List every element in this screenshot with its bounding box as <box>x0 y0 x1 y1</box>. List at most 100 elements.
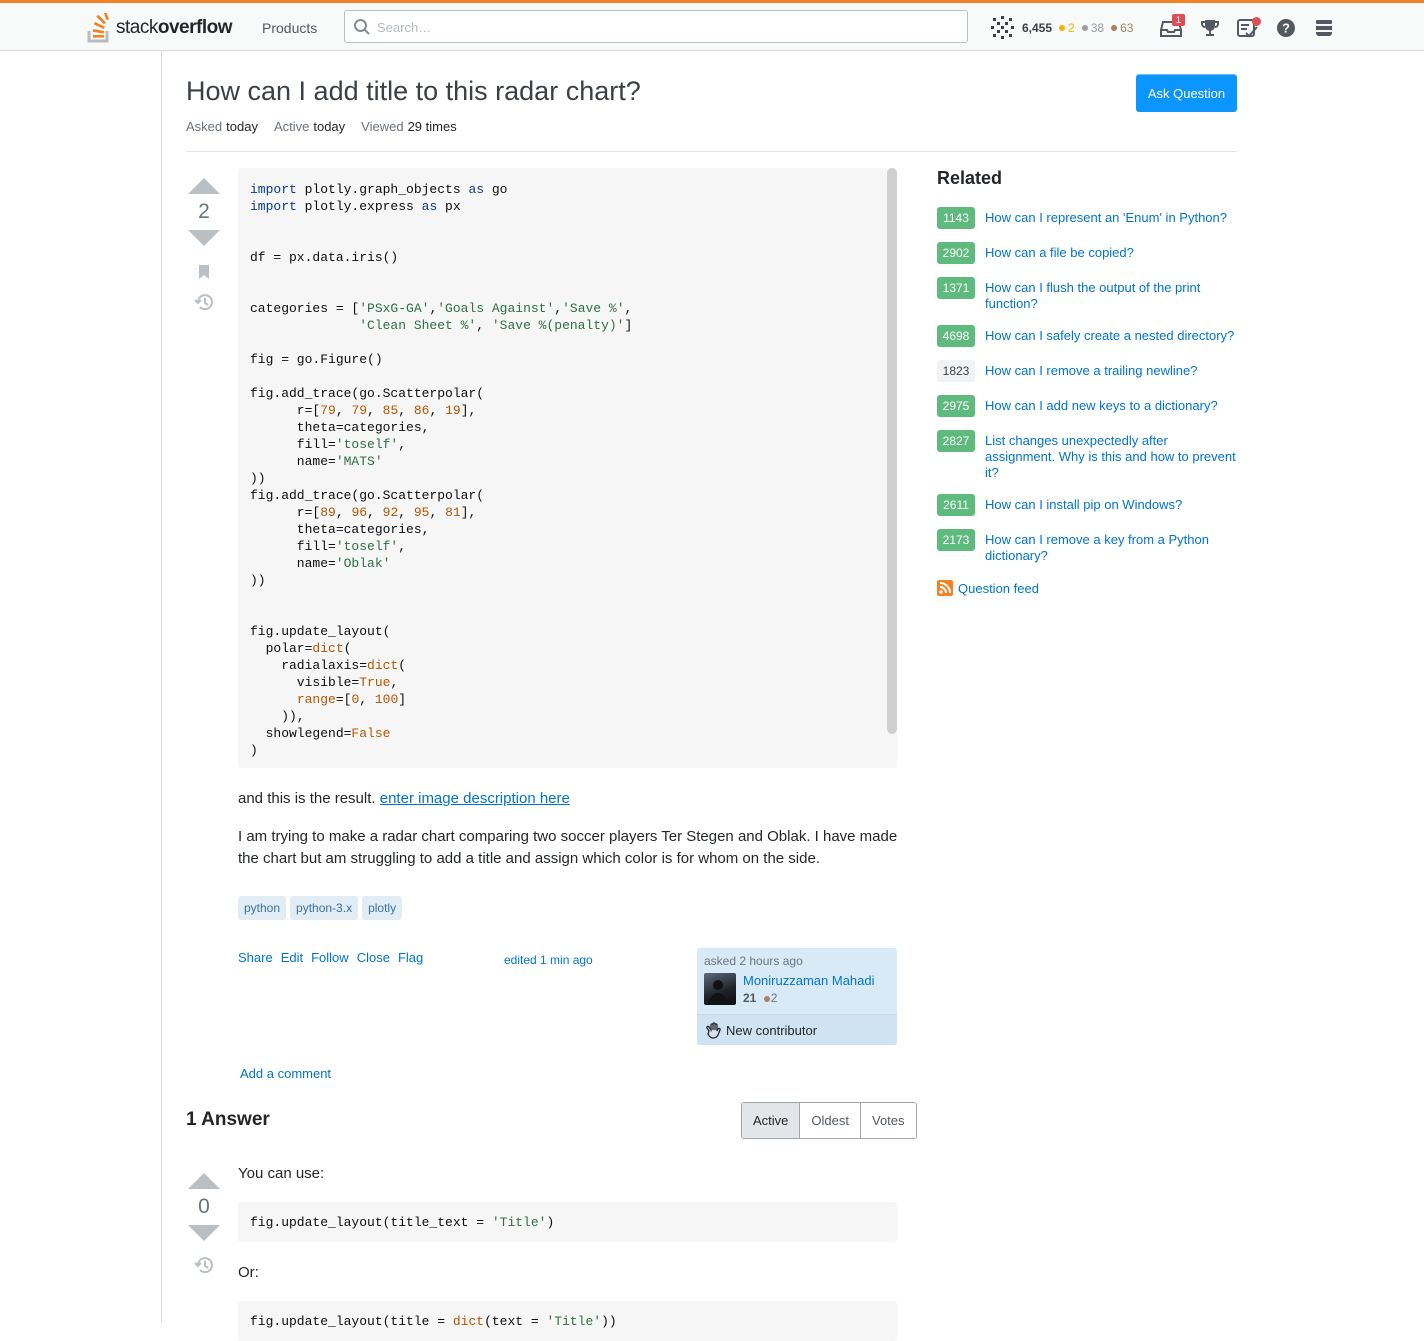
answer-history-icon[interactable] <box>194 1255 214 1275</box>
wave-hand-icon <box>706 1021 721 1039</box>
question-owner-card: asked 2 hours ago Moniruzzaman Mahadi 21… <box>697 948 897 1045</box>
tag-python-3x[interactable]: python-3.x <box>290 896 359 920</box>
answers-count-header: 1 Answer <box>186 1109 270 1130</box>
downvote-arrow-icon[interactable] <box>188 230 220 246</box>
related-link[interactable]: How can I safely create a nested directo… <box>985 325 1234 344</box>
related-questions-list: 1143 How can I represent an 'Enum' in Pyt… <box>937 207 1237 577</box>
trophy-icon <box>1201 20 1219 36</box>
new-contributor-banner[interactable]: New contributor <box>697 1014 897 1045</box>
answer-code-block-2[interactable]: fig.update_layout(title = dict(text = 'T… <box>238 1301 897 1341</box>
follow-link[interactable]: Follow <box>311 950 349 965</box>
active-label: Active <box>273 119 310 134</box>
flag-link[interactable]: Flag <box>398 950 423 965</box>
stack-exchange-icon <box>1316 20 1332 36</box>
question-tags: python python-3.x plotly <box>238 896 403 920</box>
bookmark-icon[interactable] <box>198 264 210 280</box>
upvote-arrow-icon[interactable] <box>188 178 220 194</box>
silver-badge-count: 38 <box>1090 21 1105 35</box>
inbox-count-badge: 1 <box>1172 14 1186 26</box>
question-body-text: I am trying to make a radar chart compar… <box>238 828 898 867</box>
question-vote-count: 2 <box>198 200 210 223</box>
review-queues-button[interactable] <box>1231 11 1265 45</box>
new-contributor-label: New contributor <box>726 1022 818 1038</box>
related-score: 2975 <box>937 395 975 417</box>
sort-tab-active[interactable]: Active <box>742 1103 800 1138</box>
answer-upvote-arrow-icon[interactable] <box>188 1173 220 1189</box>
help-button[interactable]: ? <box>1269 11 1303 45</box>
inbox-button[interactable]: 1 <box>1154 11 1188 45</box>
related-score: 1823 <box>937 360 975 382</box>
related-link[interactable]: How can I flush the output of the print … <box>985 277 1237 312</box>
related-link[interactable]: How can I install pip on Windows? <box>985 494 1182 513</box>
add-comment-link[interactable]: Add a comment <box>240 1066 331 1081</box>
result-paragraph: and this is the result. enter image desc… <box>238 788 898 810</box>
stackoverflow-logo[interactable]: stackoverflow <box>86 11 232 45</box>
close-link[interactable]: Close <box>357 950 390 965</box>
owner-bronze-dot <box>763 996 770 1002</box>
result-text: and this is the result. <box>238 790 376 807</box>
tag-plotly[interactable]: plotly <box>362 896 403 920</box>
tag-python[interactable]: python <box>238 896 287 920</box>
bronze-badge-count: 63 <box>1120 21 1134 35</box>
related-item: 1823 How can I remove a trailing newline? <box>937 360 1237 382</box>
sort-tab-oldest[interactable]: Oldest <box>799 1103 860 1138</box>
left-sidebar-border <box>161 51 162 1323</box>
search-icon <box>354 19 370 35</box>
products-menu[interactable]: Products <box>252 11 327 45</box>
asked-timestamp: asked 2 hours ago <box>704 954 803 968</box>
related-link[interactable]: How can I remove a trailing newline? <box>985 360 1197 379</box>
answer-or-text: Or: <box>238 1264 259 1281</box>
related-link[interactable]: How can a file be copied? <box>985 242 1134 261</box>
answer-downvote-arrow-icon[interactable] <box>188 1225 220 1241</box>
viewed-label: Viewed <box>361 119 404 134</box>
search-input[interactable] <box>377 17 937 37</box>
owner-username-link[interactable]: Moniruzzaman Mahadi <box>743 973 875 988</box>
related-item: 1371 How can I flush the output of the pr… <box>937 277 1237 312</box>
related-heading: Related <box>937 168 1003 188</box>
header-divider <box>186 151 1237 152</box>
related-score: 4698 <box>937 325 975 347</box>
question-title[interactable]: How can I add title to this radar chart? <box>186 76 641 107</box>
related-score: 2902 <box>937 242 975 264</box>
owner-bronze-count: 2 <box>770 991 778 1005</box>
question-vote-cell: 2 <box>186 178 222 312</box>
logo-text: stackoverflow <box>116 17 232 38</box>
question-feed-link[interactable]: Question feed <box>937 580 1039 596</box>
question-code-block[interactable]: import plotly.graph_objects as go import… <box>238 168 897 768</box>
answer-code-block-1[interactable]: fig.update_layout(title_text = 'Title') <box>238 1202 897 1242</box>
rss-icon <box>937 580 953 596</box>
answer-vote-count: 0 <box>198 1195 210 1218</box>
related-score: 1371 <box>937 277 975 299</box>
achievements-button[interactable] <box>1193 11 1227 45</box>
search-box[interactable] <box>344 10 968 43</box>
owner-reputation: 21 2 <box>743 991 777 1005</box>
ask-question-button[interactable]: Ask Question <box>1136 74 1237 112</box>
image-description-link[interactable]: enter image description here <box>380 790 570 807</box>
answer-sort-tabs: Active Oldest Votes <box>741 1102 917 1139</box>
related-item: 2173 How can I remove a key from a Python… <box>937 529 1237 564</box>
related-item: 2975 How can I add new keys to a dictiona… <box>937 395 1237 417</box>
related-link[interactable]: How can I add new keys to a dictionary? <box>985 395 1218 414</box>
related-score: 2827 <box>937 430 975 452</box>
gold-badge-count: 2 <box>1068 21 1075 35</box>
reputation-count: 6,455 <box>1022 21 1053 35</box>
history-icon[interactable] <box>194 292 214 312</box>
user-avatar[interactable] <box>704 973 736 1005</box>
asked-label: Asked <box>186 119 223 134</box>
related-link[interactable]: How can I represent an 'Enum' in Python? <box>985 207 1227 226</box>
related-item: 1143 How can I represent an 'Enum' in Pyt… <box>937 207 1237 229</box>
viewed-value: 29 times <box>407 119 457 134</box>
edit-link[interactable]: Edit <box>281 950 303 965</box>
related-link[interactable]: How can I remove a key from a Python dic… <box>985 529 1237 564</box>
post-menu: Share Edit Follow Close Flag <box>238 950 423 965</box>
edited-timestamp-link[interactable]: edited 1 min ago <box>504 953 593 967</box>
user-profile-link[interactable]: 6,455 2 38 63 <box>990 11 1133 45</box>
code-scrollbar[interactable] <box>887 168 897 734</box>
site-switcher-button[interactable] <box>1307 11 1341 45</box>
share-link[interactable]: Share <box>238 950 273 965</box>
gold-badge-dot <box>1059 25 1066 31</box>
sort-tab-votes[interactable]: Votes <box>859 1103 916 1138</box>
related-score: 2173 <box>937 529 975 551</box>
related-item: 2902 How can a file be copied? <box>937 242 1237 264</box>
related-link[interactable]: List changes unexpectedly after assignme… <box>985 430 1237 481</box>
